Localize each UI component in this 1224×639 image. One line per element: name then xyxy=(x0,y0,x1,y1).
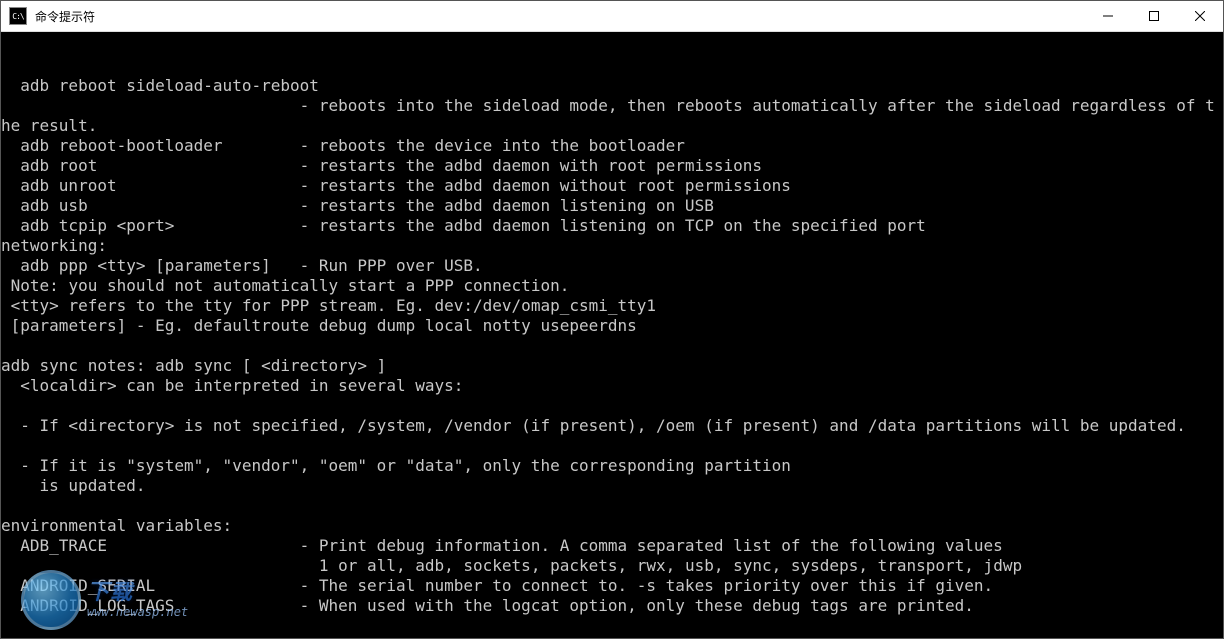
window-title: 命令提示符 xyxy=(33,8,1085,25)
minimize-button[interactable] xyxy=(1085,1,1131,31)
terminal-output: adb reboot sideload-auto-reboot - reboot… xyxy=(1,76,1223,638)
close-button[interactable] xyxy=(1177,1,1223,31)
window: C:\ 命令提示符 adb reboot sideload-auto-reboo… xyxy=(0,0,1224,639)
maximize-button[interactable] xyxy=(1131,1,1177,31)
terminal-prompt: C:\Users\Acky> xyxy=(1,636,136,638)
window-controls xyxy=(1085,1,1223,31)
app-icon: C:\ xyxy=(9,7,27,25)
terminal[interactable]: adb reboot sideload-auto-reboot - reboot… xyxy=(1,32,1223,638)
minimize-icon xyxy=(1103,11,1113,21)
maximize-icon xyxy=(1149,11,1159,21)
app-icon-glyph: C:\ xyxy=(12,12,23,21)
close-icon xyxy=(1195,11,1205,21)
titlebar[interactable]: C:\ 命令提示符 xyxy=(1,1,1223,32)
